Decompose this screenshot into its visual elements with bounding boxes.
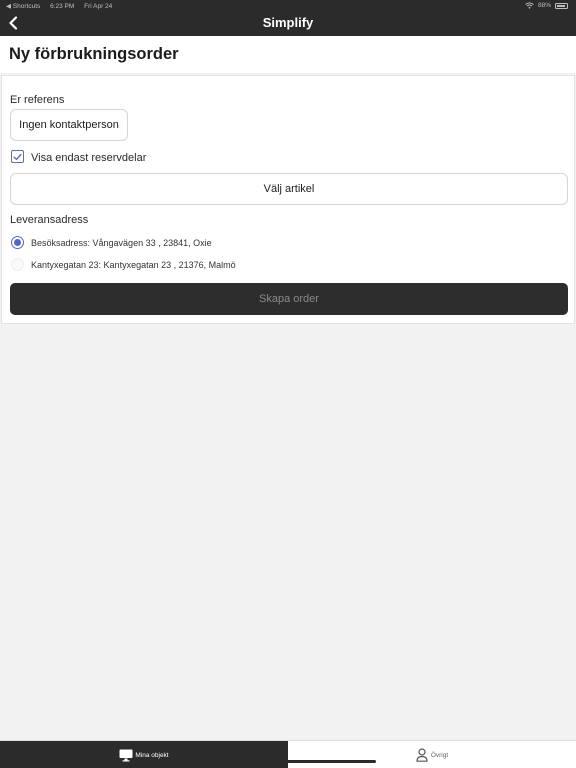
order-form-card: Er referens Ingen kontaktperson Visa end… <box>1 75 575 324</box>
tab-ovrigt[interactable]: Övrigt <box>288 741 576 768</box>
page-header: Ny förbrukningsorder <box>0 36 576 73</box>
status-time: 6:23 PM <box>50 3 75 10</box>
address-option-label[interactable]: Besöksadress: Vångavägen 33 , 23841, Oxi… <box>31 238 212 248</box>
tab-label: Mina objekt <box>135 751 169 759</box>
select-article-button[interactable]: Välj artikel <box>10 173 568 205</box>
reference-label: Er referens <box>10 94 65 106</box>
battery-icon <box>555 2 568 9</box>
reference-select-button[interactable]: Ingen kontaktperson <box>10 109 128 141</box>
tab-label: Övrigt <box>430 751 449 759</box>
app-title: Simplify <box>262 15 314 30</box>
tab-bar: Mina objekt Övrigt <box>0 740 576 768</box>
monitor-icon <box>119 749 133 761</box>
page-title: Ny förbrukningsorder <box>9 45 179 63</box>
spare-parts-checkbox-label: Visa endast reservdelar <box>31 152 147 164</box>
create-order-button[interactable]: Skapa order <box>10 283 568 315</box>
navigation-bar: ◀ Shortcuts 6:23 PM Fri Apr 24 88% Simpl… <box>0 0 576 36</box>
address-radio-kantyxegatan[interactable] <box>11 258 24 271</box>
battery-percent: 88% <box>537 2 551 9</box>
home-indicator[interactable] <box>200 760 376 763</box>
delivery-address-label: Leveransadress <box>10 214 89 226</box>
checkmark-icon <box>13 153 22 160</box>
status-right: 88% <box>525 2 568 9</box>
person-icon <box>416 748 428 762</box>
status-bar: ◀ Shortcuts 6:23 PM Fri Apr 24 88% <box>0 0 576 12</box>
address-option-label[interactable]: Kantyxegatan 23: Kantyxegatan 23 , 21376… <box>31 260 236 270</box>
spare-parts-checkbox[interactable] <box>11 150 24 163</box>
tab-mina-objekt[interactable]: Mina objekt <box>0 741 288 768</box>
address-radio-besoksadress[interactable] <box>11 236 24 249</box>
status-left: ◀ Shortcuts 6:23 PM Fri Apr 24 <box>6 2 120 10</box>
wifi-icon <box>525 2 534 9</box>
status-back-app[interactable]: ◀ Shortcuts <box>6 3 40 10</box>
status-date: Fri Apr 24 <box>84 3 113 10</box>
